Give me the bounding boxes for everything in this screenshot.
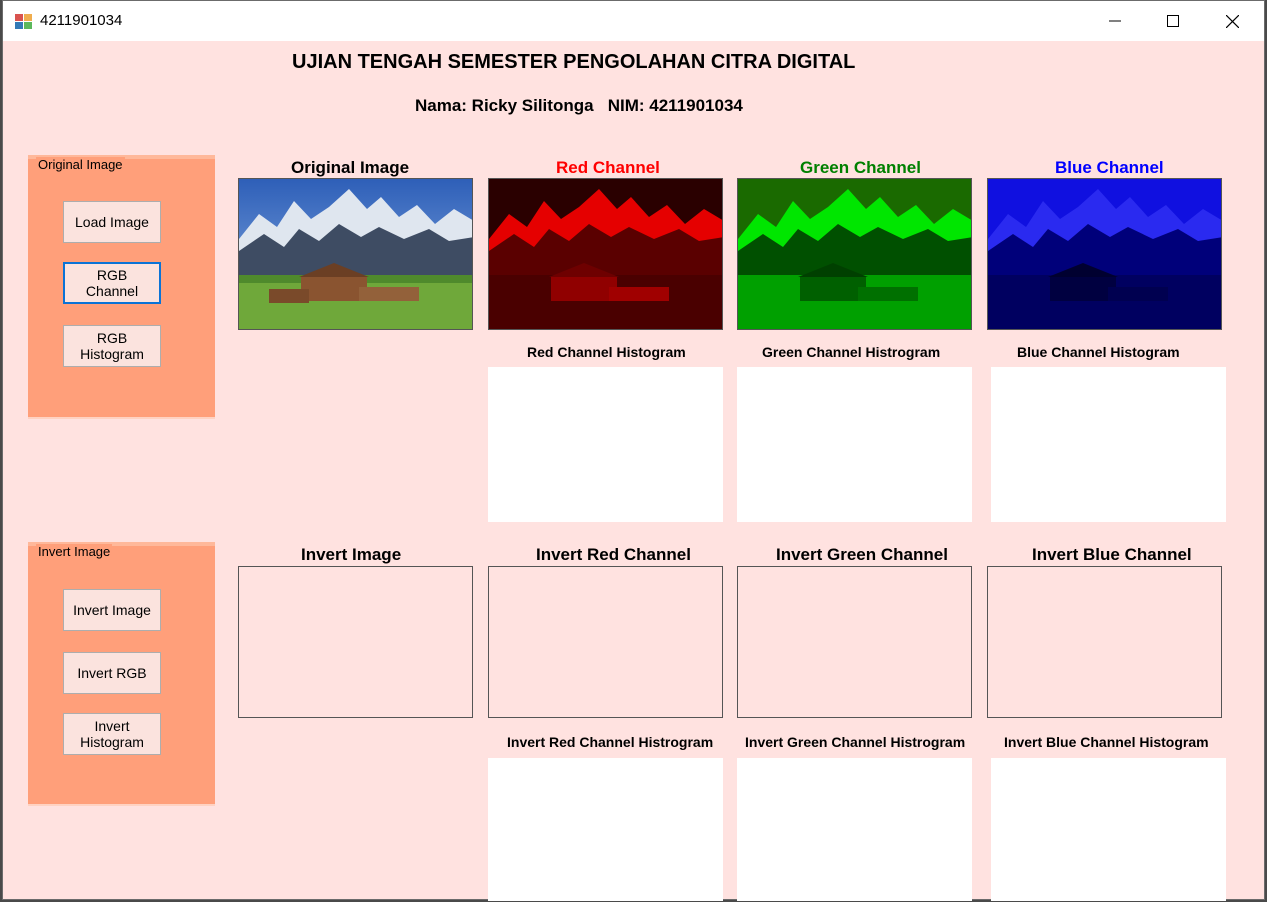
original-image-group: Original Image Load Image RGB Channel RG… [28,155,215,419]
invert-green-histogram-chart [737,758,972,901]
invert-red-caption: Invert Red Channel [536,545,691,564]
blue-landscape-picture [988,179,1221,329]
invert-green-histogram-caption: Invert Green Channel Histrogram [745,734,966,750]
minimize-button[interactable] [1086,1,1144,41]
blue-histogram-chart [991,367,1226,522]
green-histogram-chart [737,367,972,522]
green-channel-picture [737,178,972,330]
title-bar[interactable]: 4211901034 [3,1,1264,41]
invert-image-caption: Invert Image [301,545,402,564]
red-landscape-picture [489,179,722,329]
app-window: 4211901034 UJIAN TENGAH SEMESTER PENGOLA… [2,0,1265,901]
invert-blue-caption: Invert Blue Channel [1032,545,1192,564]
red-histogram-chart [488,367,723,522]
invert-rgb-button[interactable]: Invert RGB [63,652,161,694]
invert-red-picture [488,566,723,718]
page-title: UJIAN TENGAH SEMESTER PENGOLAHAN CITRA D… [292,51,856,73]
app-form-icon [15,14,32,29]
invert-blue-histogram-caption: Invert Blue Channel Histogram [1004,734,1209,750]
invert-image-button[interactable]: Invert Image [63,589,161,631]
green-landscape-picture [738,179,971,329]
window-title: 4211901034 [40,12,123,29]
rgb-channel-button[interactable]: RGB Channel [63,262,161,304]
load-image-button[interactable]: Load Image [63,201,161,243]
minimize-icon [1109,20,1121,22]
blue-channel-caption: Blue Channel [1055,158,1164,177]
invert-green-caption: Invert Green Channel [776,545,948,564]
green-histogram-caption: Green Channel Histrogram [762,344,941,360]
red-channel-picture [488,178,723,330]
invert-red-histogram-caption: Invert Red Channel Histrogram [507,734,714,750]
maximize-button[interactable] [1144,1,1202,41]
red-histogram-caption: Red Channel Histogram [527,344,686,360]
invert-image-picture [238,566,473,718]
original-image-picture [238,178,473,330]
landscape-picture [239,179,472,329]
green-channel-caption: Green Channel [800,158,921,177]
invert-green-picture [737,566,972,718]
invert-red-histogram-chart [488,758,723,901]
blue-histogram-caption: Blue Channel Histogram [1017,344,1180,360]
close-icon [1225,14,1239,28]
close-button[interactable] [1203,1,1261,41]
invert-image-group: Invert Image Invert Image Invert RGB Inv… [28,542,215,806]
invert-blue-histogram-chart [991,758,1226,901]
original-group-legend: Original Image [36,157,125,172]
maximize-icon [1167,15,1179,27]
student-info: Nama: Ricky Silitonga NIM: 4211901034 [415,96,743,115]
invert-histogram-button[interactable]: Invert Histogram [63,713,161,755]
rgb-histogram-button[interactable]: RGB Histogram [63,325,161,367]
invert-blue-picture [987,566,1222,718]
invert-group-legend: Invert Image [36,544,113,559]
original-image-caption: Original Image [291,158,410,177]
red-channel-caption: Red Channel [556,158,660,177]
blue-channel-picture [987,178,1222,330]
